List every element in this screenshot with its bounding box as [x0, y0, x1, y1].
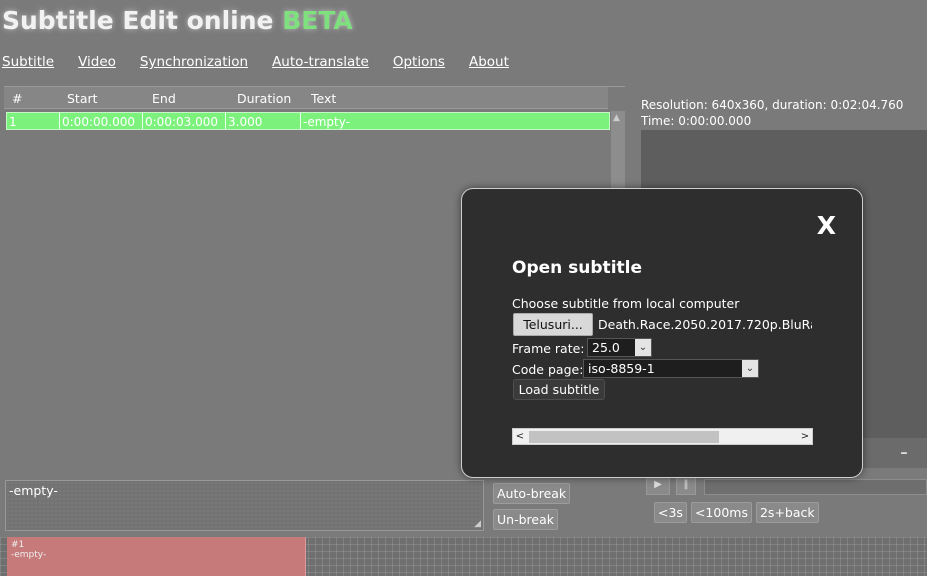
scroll-right-icon[interactable]: > — [798, 429, 812, 444]
frame-rate-label: Frame rate: — [512, 341, 585, 356]
row-end: 0:00:03.000 — [145, 115, 218, 129]
menu-auto-translate[interactable]: Auto-translate — [272, 54, 369, 70]
editor-text: -empty- — [9, 483, 58, 498]
browse-file-button[interactable]: Telusuri... — [513, 313, 593, 336]
beta-badge: BETA — [282, 6, 353, 35]
back-100ms-button[interactable]: <100ms — [690, 502, 752, 523]
play-icon[interactable]: ▶ — [646, 475, 670, 495]
choose-file-label: Choose subtitle from local computer — [512, 296, 740, 311]
menu-video[interactable]: Video — [78, 54, 116, 70]
skip-buttons: <3s <100ms 2s+back — [654, 502, 819, 523]
dialog-title: Open subtitle — [512, 258, 642, 278]
menu-about[interactable]: About — [469, 54, 509, 70]
chevron-down-icon[interactable]: ⌄ — [742, 360, 758, 377]
main-menu: Subtitle Video Synchronization Auto-tran… — [2, 54, 533, 70]
app-title-text: Subtitle Edit online — [2, 6, 274, 35]
menu-options[interactable]: Options — [393, 54, 445, 70]
app-title: Subtitle Edit online BETA — [2, 6, 353, 35]
subtitle-text-editor[interactable]: -empty- ◢ — [5, 480, 484, 531]
horizontal-scrollbar[interactable]: < > — [512, 428, 813, 445]
selected-file-name: Death.Race.2050.2017.720p.BluRay.x — [598, 317, 812, 332]
video-subtitle-preview: -em — [862, 438, 927, 468]
pause-icon[interactable]: ‖ — [676, 475, 696, 495]
video-controls: ▶ ‖ — [646, 475, 927, 495]
load-subtitle-button[interactable]: Load subtitle — [513, 379, 605, 400]
un-break-button[interactable]: Un-break — [493, 509, 558, 530]
col-duration[interactable]: Duration — [237, 91, 291, 106]
menu-synchronization[interactable]: Synchronization — [140, 54, 248, 70]
seek-bar[interactable] — [704, 479, 927, 495]
row-number: 1 — [9, 115, 17, 129]
video-info: Resolution: 640x360, duration: 0:02:04.7… — [641, 97, 903, 129]
code-page-value: iso-8859-1 — [588, 361, 655, 376]
timeline-block-number: #1 — [11, 540, 25, 550]
timeline-block-text: -empty- — [11, 550, 47, 560]
video-resolution: Resolution: 640x360, duration: 0:02:04.7… — [641, 98, 904, 112]
scroll-up-icon[interactable]: ▲ — [613, 113, 620, 123]
open-subtitle-dialog: X Open subtitle Choose subtitle from loc… — [461, 188, 863, 478]
frame-rate-value: 25.0 — [592, 340, 620, 355]
timeline-subtitle-block[interactable]: #1 -empty- — [7, 537, 306, 576]
scrollbar-thumb[interactable] — [529, 431, 719, 443]
waveform-timeline[interactable]: #1 -empty- — [0, 537, 927, 576]
menu-subtitle[interactable]: Subtitle — [2, 54, 54, 70]
row-start: 0:00:00.000 — [62, 115, 135, 129]
table-row[interactable]: 1 0:00:00.000 0:00:03.000 3.000 -empty- — [6, 112, 610, 130]
col-text[interactable]: Text — [311, 91, 336, 106]
row-duration: 3.000 — [228, 115, 263, 129]
col-start[interactable]: Start — [67, 91, 98, 106]
code-page-select[interactable]: iso-8859-1 ⌄ — [583, 359, 759, 378]
col-end[interactable]: End — [152, 91, 176, 106]
auto-break-button[interactable]: Auto-break — [493, 483, 571, 504]
scroll-left-icon[interactable]: < — [513, 429, 527, 444]
video-time: Time: 0:00:00.000 — [641, 114, 752, 128]
play-2s-back-button[interactable]: 2s+back — [755, 502, 819, 523]
frame-rate-select[interactable]: 25.0 ⌄ — [587, 338, 652, 357]
code-page-label: Code page: — [512, 362, 584, 377]
col-number[interactable]: # — [12, 91, 22, 106]
chevron-down-icon[interactable]: ⌄ — [635, 339, 651, 356]
close-icon[interactable]: X — [817, 211, 836, 240]
row-text: -empty- — [303, 115, 350, 129]
resize-grip-icon[interactable]: ◢ — [474, 519, 481, 529]
grid-header: # Start End Duration Text — [4, 87, 608, 109]
back-3s-button[interactable]: <3s — [654, 502, 687, 523]
